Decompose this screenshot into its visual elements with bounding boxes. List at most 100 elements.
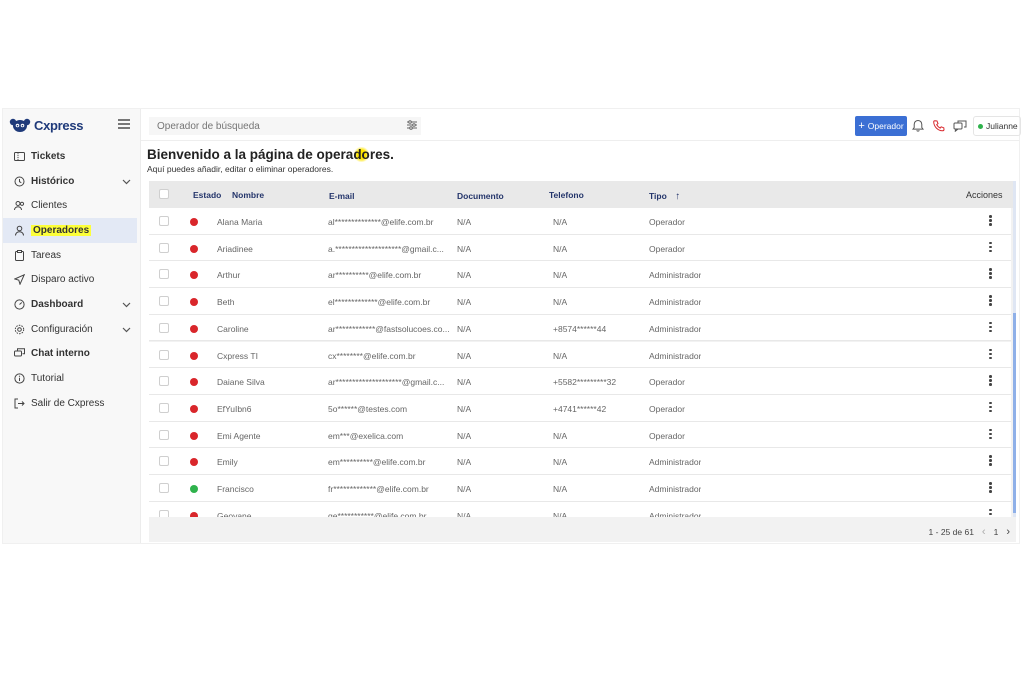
sidebar-item-ticket[interactable]: Tickets — [3, 144, 141, 169]
prev-page-icon[interactable]: ‹ — [982, 526, 986, 538]
operator-email: ar**********@elife.com.br — [328, 270, 422, 281]
table-row[interactable]: EfYuIbn6 5o******@testes.com N/A +4741*****… — [149, 394, 1011, 422]
table-row[interactable]: Caroline ar************@fastsolucoes.co..… — [149, 314, 1011, 342]
sidebar-item-users[interactable]: Clientes — [3, 193, 141, 218]
col-telefono[interactable]: Telefono — [549, 190, 584, 200]
user-icon — [13, 224, 25, 236]
chevron-down-icon[interactable] — [122, 177, 131, 188]
col-estado[interactable]: Estado — [193, 190, 221, 200]
operator-type: Administrador — [649, 484, 702, 494]
operator-name: Beth — [217, 297, 235, 308]
chevron-down-icon[interactable] — [122, 325, 131, 336]
row-actions-icon[interactable] — [989, 321, 992, 334]
table-row[interactable]: Alana Maria al**************@elife.com.br… — [149, 208, 1011, 235]
row-actions-icon[interactable] — [989, 428, 992, 441]
chat-icon — [13, 348, 25, 360]
operator-phone: N/A — [553, 270, 568, 281]
sidebar-item-logout[interactable]: Salir de Cxpress — [3, 391, 141, 416]
col-email[interactable]: E-mail — [329, 191, 355, 201]
user-status-pill[interactable]: Julianne — [973, 116, 1021, 136]
add-operator-button[interactable]: + Operador — [855, 116, 907, 136]
table-row[interactable]: Geovane ge***********@elife.com.br N/A N/A A… — [149, 501, 1011, 517]
sidebar-item-label: Salir de Cxpress — [31, 397, 105, 409]
status-indicator — [190, 218, 198, 226]
sort-asc-icon: ↑ — [675, 191, 681, 202]
phone-icon[interactable] — [932, 119, 946, 133]
operator-email: cx********@elife.com.br — [328, 350, 416, 361]
bell-icon[interactable] — [911, 119, 925, 133]
row-actions-icon[interactable] — [989, 268, 992, 280]
status-indicator — [190, 244, 198, 253]
topbar: + Operador Julianne — [141, 109, 1021, 141]
sidebar-item-clipboard[interactable]: Tareas — [3, 243, 141, 268]
scrollbar-thumb[interactable] — [1013, 313, 1016, 513]
sidebar-item-history[interactable]: Histórico — [3, 169, 141, 194]
next-page-icon[interactable]: › — [1006, 526, 1010, 538]
brand-logo[interactable]: Cxpress — [9, 115, 84, 135]
row-actions-icon[interactable] — [989, 508, 992, 517]
table-scrollbar[interactable] — [1013, 181, 1016, 517]
operator-document: N/A — [457, 323, 472, 334]
sidebar-item-send[interactable]: Disparo activo — [3, 267, 141, 292]
operator-email: ar********************@gmail.c... — [328, 377, 445, 388]
current-page[interactable]: 1 — [994, 527, 999, 537]
row-checkbox[interactable] — [159, 296, 169, 307]
sidebar-item-user[interactable]: Operadores — [3, 218, 137, 243]
table-row[interactable]: Emi Agente em***@exelica.com N/A N/A Operado… — [149, 421, 1011, 449]
sidebar-item-label: Chat interno — [31, 348, 90, 360]
operator-type: Administrador — [649, 323, 702, 334]
sidebar-item-label: Tareas — [31, 249, 62, 261]
sidebar-item-info[interactable]: Tutorial — [3, 366, 141, 391]
table-row[interactable]: Francisco fr*************@elife.com.br N/A… — [149, 475, 1011, 502]
operator-type: Administrador — [649, 510, 702, 517]
status-indicator — [190, 485, 198, 493]
page-title-part-2: res. — [369, 147, 394, 162]
plus-icon: + — [858, 119, 865, 132]
row-checkbox[interactable] — [159, 216, 169, 226]
row-actions-icon[interactable] — [989, 215, 992, 227]
row-checkbox[interactable] — [159, 483, 169, 493]
chevron-down-icon[interactable] — [122, 300, 131, 311]
row-checkbox[interactable] — [159, 429, 169, 440]
sidebar-item-label: Clientes — [31, 200, 68, 212]
sidebar-item-gear[interactable]: Configuración — [3, 317, 141, 342]
chat-bubbles-icon[interactable] — [953, 119, 967, 133]
operator-email: em**********@elife.com.br — [328, 457, 426, 468]
row-actions-icon[interactable] — [989, 348, 992, 361]
operator-phone: +5582*********32 — [553, 377, 617, 388]
menu-toggle-icon[interactable] — [118, 119, 130, 129]
row-actions-icon[interactable] — [989, 482, 992, 494]
table-row[interactable]: Beth el*************@elife.com.br N/A N/A Ad… — [149, 288, 1011, 315]
select-all-checkbox[interactable] — [159, 189, 169, 199]
col-documento[interactable]: Documento — [457, 191, 504, 201]
sidebar-item-chat[interactable]: Chat interno — [3, 342, 141, 367]
operator-name: Arthur — [217, 270, 241, 281]
col-nombre[interactable]: Nombre — [232, 190, 264, 200]
row-actions-icon[interactable] — [989, 295, 992, 307]
row-checkbox[interactable] — [159, 322, 169, 333]
filter-icon[interactable] — [407, 120, 417, 130]
table-row[interactable]: Arthur ar**********@elife.com.br N/A N/A Adm… — [149, 261, 1011, 289]
table-row[interactable]: Daiane Silva ar********************@gmail… — [149, 368, 1011, 395]
row-checkbox[interactable] — [159, 242, 169, 253]
sidebar-item-dashboard[interactable]: Dashboard — [3, 292, 141, 317]
status-indicator — [190, 351, 198, 360]
col-tipo[interactable]: Tipo ↑ — [649, 191, 680, 202]
operator-email: el*************@elife.com.br — [328, 297, 431, 308]
search-input[interactable] — [149, 117, 421, 135]
sidebar-item-label: Operadores — [31, 224, 92, 236]
row-checkbox[interactable] — [159, 509, 169, 517]
row-checkbox[interactable] — [159, 376, 169, 387]
table-row[interactable]: Cxpress TI cx********@elife.com.br N/A N/A A… — [149, 341, 1011, 369]
row-checkbox[interactable] — [159, 456, 169, 467]
row-actions-icon[interactable] — [989, 455, 992, 467]
row-checkbox[interactable] — [159, 402, 169, 413]
row-actions-icon[interactable] — [989, 401, 992, 414]
row-checkbox[interactable] — [159, 269, 169, 280]
row-actions-icon[interactable] — [989, 241, 992, 254]
table-row[interactable]: Ariadinee a.********************@gmail.c.… — [149, 234, 1011, 262]
operator-phone: N/A — [553, 350, 568, 361]
table-row[interactable]: Emily em**********@elife.com.br N/A N/A Admi… — [149, 448, 1011, 475]
row-checkbox[interactable] — [159, 349, 169, 360]
row-actions-icon[interactable] — [989, 375, 992, 387]
